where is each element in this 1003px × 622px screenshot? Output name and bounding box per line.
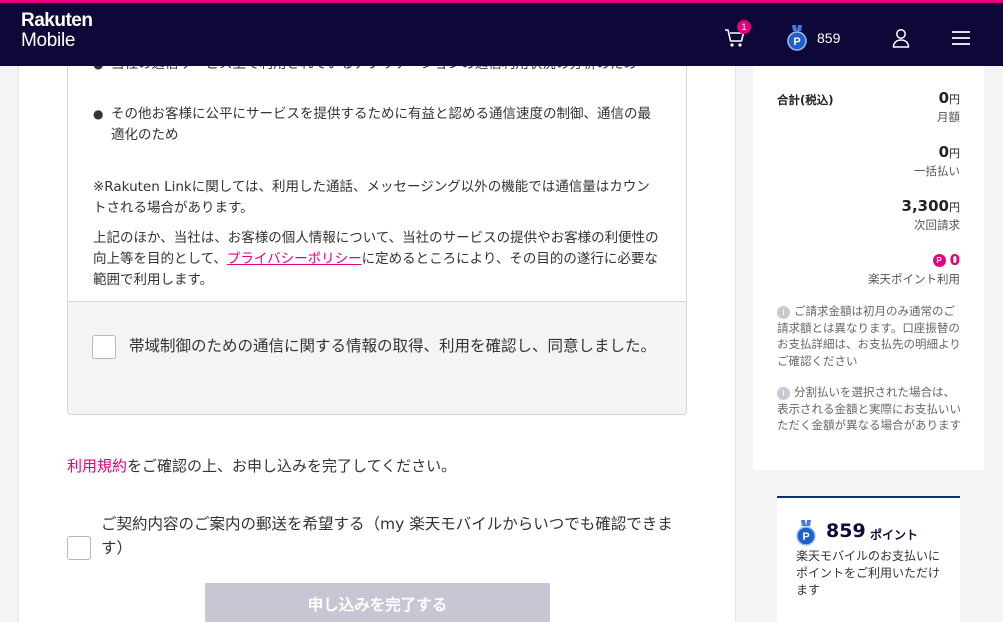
order-summary: 合計(税込) 0円 月額 0円 一括払い 3,300円 次回請求 P0 楽天ポイ… bbox=[753, 66, 984, 470]
points-card: P 859 ポイント 楽天モバイルのお支払いにポイントをご利用いただけます bbox=[777, 496, 960, 622]
points-used-amount: P0 楽天ポイント利用 bbox=[868, 251, 960, 286]
consent-box: 当社の通信サービス上で利用されているアプリケーションの通信利用状況の分析のため … bbox=[67, 66, 687, 415]
user-icon[interactable] bbox=[891, 28, 911, 48]
consent-checkbox-label[interactable]: 帯域制御のための通信に関する情報の取得、利用を確認し、同意しました。 bbox=[129, 334, 659, 358]
cart-count-badge: 1 bbox=[737, 20, 751, 34]
rakuten-mobile-logo[interactable]: Rakuten Mobile bbox=[21, 10, 93, 51]
points-balance[interactable]: P 859 bbox=[787, 25, 840, 51]
consent-checkbox[interactable] bbox=[92, 335, 116, 359]
terms-text: をご確認の上、お申し込みを完了してください。 bbox=[127, 457, 457, 475]
consent-bullet: その他お客様に公平にサービスを提供するために有益と認める通信速度の制御、通信の最… bbox=[93, 104, 663, 146]
consent-text-scroll[interactable]: 当社の通信サービス上で利用されているアプリケーションの通信利用状況の分析のため … bbox=[68, 66, 686, 301]
hamburger-menu-icon[interactable] bbox=[951, 30, 971, 46]
points-card-value: 859 bbox=[826, 520, 866, 542]
svg-text:P: P bbox=[793, 36, 800, 48]
billing-info-note: i ご請求金額は初月のみ通常のご請求額とは異なります。口座振替のお支払詳細は、お支… bbox=[777, 304, 961, 368]
consent-bullet-partial: 当社の通信サービス上で利用されているアプリケーションの通信利用状況の分析のため bbox=[93, 66, 663, 75]
info-icon: i bbox=[777, 387, 790, 400]
main-content: 当社の通信サービス上で利用されているアプリケーションの通信利用状況の分析のため … bbox=[18, 66, 736, 622]
lump-sum-amount: 0円 一括払い bbox=[914, 143, 960, 178]
points-value: 859 bbox=[817, 30, 841, 46]
mail-option-checkbox[interactable] bbox=[67, 536, 91, 560]
points-card-unit: ポイント bbox=[870, 528, 919, 542]
points-medal-icon: P bbox=[796, 520, 816, 546]
consent-checkbox-area: 帯域制御のための通信に関する情報の取得、利用を確認し、同意しました。 bbox=[68, 301, 686, 414]
terms-link[interactable]: 利用規約 bbox=[67, 457, 127, 475]
points-card-description: 楽天モバイルのお支払いにポイントをご利用いただけます bbox=[796, 549, 941, 597]
logo-line1: Rakuten bbox=[21, 10, 93, 31]
monthly-amount: 0円 月額 bbox=[937, 89, 960, 124]
svg-text:P: P bbox=[802, 531, 809, 543]
total-label: 合計(税込) bbox=[777, 93, 834, 107]
info-icon: i bbox=[777, 306, 790, 319]
next-bill-amount: 3,300円 次回請求 bbox=[901, 197, 960, 232]
privacy-paragraph: 上記のほか、当社は、お客様の個人情報について、当社のサービスの提供やお客様の利便… bbox=[93, 228, 663, 291]
installment-info-note: i 分割払いを選択された場合は、表示される金額と実際にお支払いいただく金額が異なる… bbox=[777, 385, 961, 432]
terms-notice: 利用規約をご確認の上、お申し込みを完了してください。 bbox=[67, 455, 456, 476]
rakuten-link-note: ※Rakuten Linkに関しては、利用した通話、メッセージング以外の機能では… bbox=[93, 179, 650, 216]
site-header: Rakuten Mobile 1 P 859 bbox=[0, 0, 1003, 66]
mail-option-label[interactable]: ご契約内容のご案内の郵送を希望する（my 楽天モバイルからいつでも確認できます） bbox=[101, 512, 691, 560]
submit-button[interactable]: 申し込みを完了する bbox=[205, 583, 550, 622]
points-medal-icon: P bbox=[787, 25, 807, 51]
rakuten-point-icon: P bbox=[932, 254, 946, 267]
logo-line2: Mobile bbox=[21, 30, 76, 51]
privacy-policy-link[interactable]: プライバシーポリシー bbox=[227, 251, 362, 267]
